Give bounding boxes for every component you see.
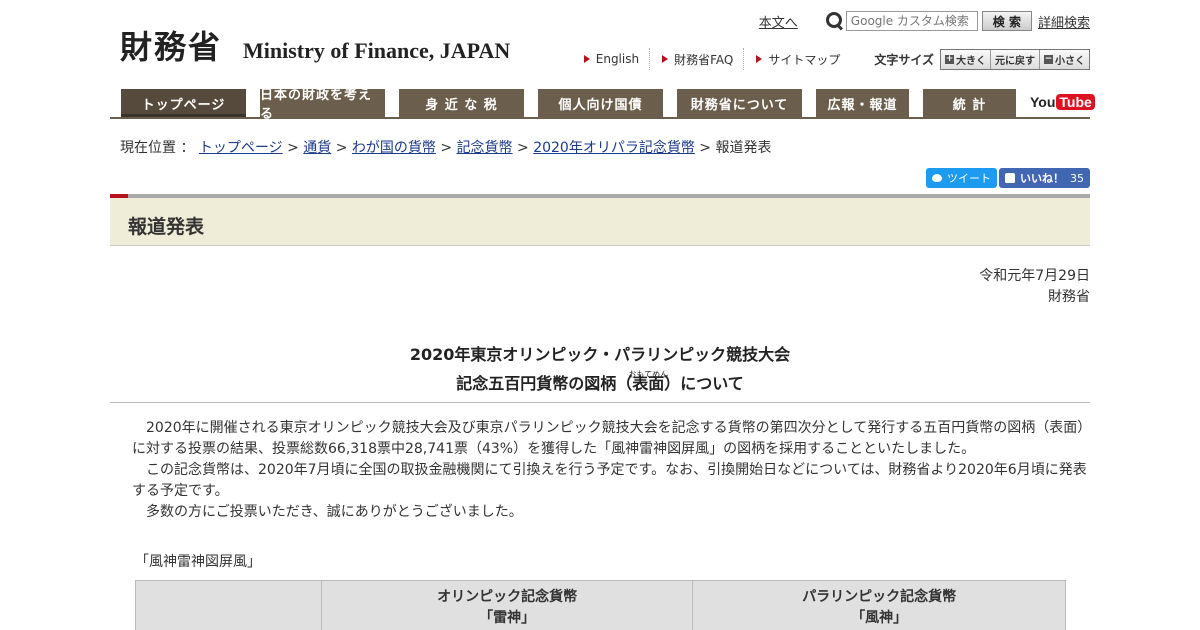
like-label: いいね！ [1020, 172, 1064, 185]
font-size-smaller-label: 小さく [1055, 55, 1085, 67]
gnav-press[interactable]: 広報・報道 [816, 89, 909, 117]
coin-design-table: オリンピック記念貨幣 「雷神」 パラリンピック記念貨幣 「風神」 [135, 580, 1066, 630]
table-header-cell [135, 580, 322, 630]
font-size-label: 文字サイズ [874, 52, 934, 67]
table-header-cell: パラリンピック記念貨幣 「風神」 [692, 580, 1066, 630]
utility-nav: English 財務省FAQ サイトマップ 文字サイズ + 大きく 元に戻す − 小… [572, 48, 1090, 70]
gnav-finance[interactable]: 日本の財政を考える [260, 88, 385, 122]
util-link-english[interactable]: English [572, 48, 651, 70]
facebook-like-button[interactable]: いいね！ 35 [999, 168, 1090, 188]
header-line: 「風神」 [851, 610, 908, 626]
breadcrumb-link[interactable]: 通貨 [303, 140, 331, 156]
figure-caption: 「風神雷神図屏風」 [135, 554, 261, 570]
youtube-link[interactable]: You Tube [1030, 91, 1095, 113]
article-body: 2020年に開催される東京オリンピック競技大会及び東京パラリンピック競技大会を記… [132, 418, 1090, 523]
header-search-area: 本文へ 検 索 詳細検索 [759, 11, 1090, 31]
divider [110, 402, 1090, 403]
site-logo-jp[interactable]: 財務省 [120, 22, 222, 68]
table-header-row: オリンピック記念貨幣 「雷神」 パラリンピック記念貨幣 「風神」 [135, 580, 1066, 630]
arrow-right-icon [756, 55, 763, 63]
header-line: オリンピック記念貨幣 [437, 589, 578, 605]
minus-icon: − [1044, 53, 1053, 64]
heading-accent [110, 194, 128, 198]
social-buttons: ツイート いいね！ 35 [926, 168, 1090, 188]
breadcrumb-separator: > [287, 140, 299, 156]
body-paragraph: 2020年に開催される東京オリンピック競技大会及び東京パラリンピック競技大会を記… [132, 420, 1085, 457]
util-link-sitemap[interactable]: サイトマップ [744, 48, 850, 70]
gnav-statistics[interactable]: 統 計 [923, 89, 1016, 117]
breadcrumb-separator: > [440, 140, 453, 156]
breadcrumb-link[interactable]: 記念貨幣 [457, 140, 513, 156]
header-line: パラリンピック記念貨幣 [802, 589, 957, 605]
util-link-faq[interactable]: 財務省FAQ [650, 48, 745, 70]
release-issuer: 財務省 [1048, 289, 1090, 305]
tweet-button[interactable]: ツイート [926, 168, 997, 188]
table-header-cell: オリンピック記念貨幣 「雷神」 [320, 580, 694, 630]
gnav-top[interactable]: トップページ [121, 89, 246, 117]
youtube-logo-tube: Tube [1056, 94, 1095, 110]
article-title-line1: 2020年東京オリンピック・パラリンピック競技大会 [409, 345, 791, 364]
like-count: 35 [1070, 171, 1084, 185]
breadcrumb-label: 現在位置 ： [120, 140, 195, 156]
skip-to-content-link[interactable]: 本文へ [759, 12, 798, 31]
article-title: 2020年東京オリンピック・パラリンピック競技大会 記念五百円貨幣の図柄（ おもて… [110, 340, 1090, 398]
title-ruby: おもてめん 表面 [628, 369, 668, 398]
font-size-reset-label: 元に戻す [995, 55, 1035, 67]
search-button[interactable]: 検 索 [981, 11, 1032, 31]
breadcrumb: 現在位置 ： トップページ > 通貨 > わが国の貨幣 > 記念貨幣 > 202… [120, 137, 771, 157]
advanced-search-link[interactable]: 詳細検索 [1038, 12, 1090, 31]
breadcrumb-separator: > [335, 140, 348, 156]
release-date: 令和元年7月29日 [979, 268, 1090, 284]
breadcrumb-separator: > [517, 140, 529, 156]
twitter-bird-icon [932, 174, 942, 182]
search-input[interactable] [845, 11, 978, 31]
gnav-tax[interactable]: 身 近 な 税 [399, 89, 524, 117]
breadcrumb-link[interactable]: 2020年オリパラ記念貨幣 [533, 140, 695, 156]
ruby-reading: おもてめん [628, 370, 669, 379]
breadcrumb-separator: > [699, 140, 712, 156]
font-size-larger-button[interactable]: + 大きく [941, 49, 991, 69]
arrow-right-icon [583, 55, 590, 63]
search-icon [825, 12, 844, 30]
arrow-right-icon [662, 55, 669, 63]
breadcrumb-link[interactable]: トップページ [199, 140, 283, 156]
plus-icon: + [945, 53, 954, 64]
article-title-line2: 記念五百円貨幣の図柄（ おもてめん 表面）について [110, 369, 1090, 398]
gnav-bonds[interactable]: 個人向け国債 [538, 89, 663, 117]
release-meta: 令和元年7月29日 財務省 [979, 266, 1090, 308]
youtube-logo-you: You [1030, 94, 1056, 110]
global-nav: トップページ 日本の財政を考える 身 近 な 税 個人向け国債 財務省について … [110, 88, 1095, 122]
gnav-about[interactable]: 財務省について [677, 89, 802, 117]
page-title: 報道発表 [128, 216, 205, 238]
font-size-reset-button[interactable]: 元に戻す [991, 49, 1040, 69]
page-heading-bar: 報道発表 [110, 194, 1090, 246]
font-size-smaller-button[interactable]: − 小さく [1040, 49, 1089, 69]
thumbs-up-icon [1005, 173, 1015, 183]
body-paragraph: 多数の方にご投票いただき、誠にありがとうございました。 [146, 504, 523, 520]
breadcrumb-current: 報道発表 [715, 140, 772, 156]
util-link-label: 財務省FAQ [674, 52, 734, 67]
font-size-larger-label: 大きく [956, 55, 986, 67]
header-line: 「雷神」 [479, 610, 536, 626]
body-paragraph: この記念貨幣は、2020年7月頃に全国の取扱金融機関にて引換えを行う予定です。な… [132, 462, 1087, 499]
tweet-label: ツイート [947, 172, 991, 185]
util-link-label: サイトマップ [768, 52, 841, 67]
site-logo-en[interactable]: Ministry of Finance, JAPAN [243, 38, 510, 64]
title-part: 記念五百円貨幣の図柄（ [456, 374, 633, 393]
util-link-label: English [595, 52, 640, 66]
breadcrumb-link[interactable]: わが国の貨幣 [352, 140, 436, 156]
title-part: ）について [664, 374, 744, 393]
font-size-controls: + 大きく 元に戻す − 小さく [940, 48, 1090, 70]
